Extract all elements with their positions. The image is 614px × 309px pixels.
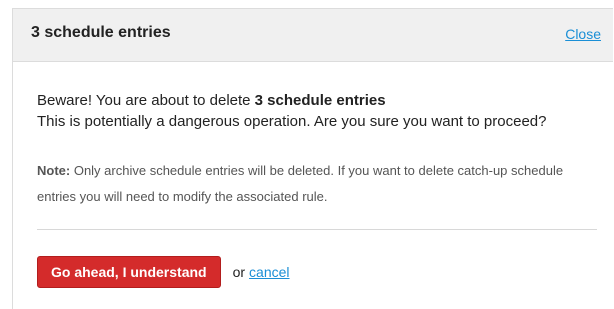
dialog-actions: Go ahead, I understand or cancel (37, 256, 595, 288)
warning-line-2: This is potentially a dangerous operatio… (37, 113, 547, 130)
warning-line-1: Beware! You are about to delete 3 schedu… (37, 90, 595, 111)
dialog-body: Beware! You are about to delete 3 schedu… (13, 62, 613, 288)
dialog-header: 3 schedule entries Close (13, 9, 613, 62)
or-text: or (232, 264, 246, 280)
warning-prefix: Beware! You are about to delete (37, 92, 255, 109)
note-label: Note: (37, 163, 71, 178)
divider (37, 229, 597, 230)
warning-count: 3 schedule entries (254, 92, 386, 109)
note: Note: Only archive schedule entries will… (37, 158, 595, 210)
confirm-delete-button[interactable]: Go ahead, I understand (37, 256, 221, 288)
close-link[interactable]: Close (565, 26, 601, 42)
cancel-link[interactable]: cancel (249, 264, 289, 280)
note-text: Only archive schedule entries will be de… (37, 163, 564, 204)
dialog-title: 3 schedule entries (31, 24, 171, 41)
delete-confirm-dialog: 3 schedule entries Close Beware! You are… (12, 8, 613, 309)
